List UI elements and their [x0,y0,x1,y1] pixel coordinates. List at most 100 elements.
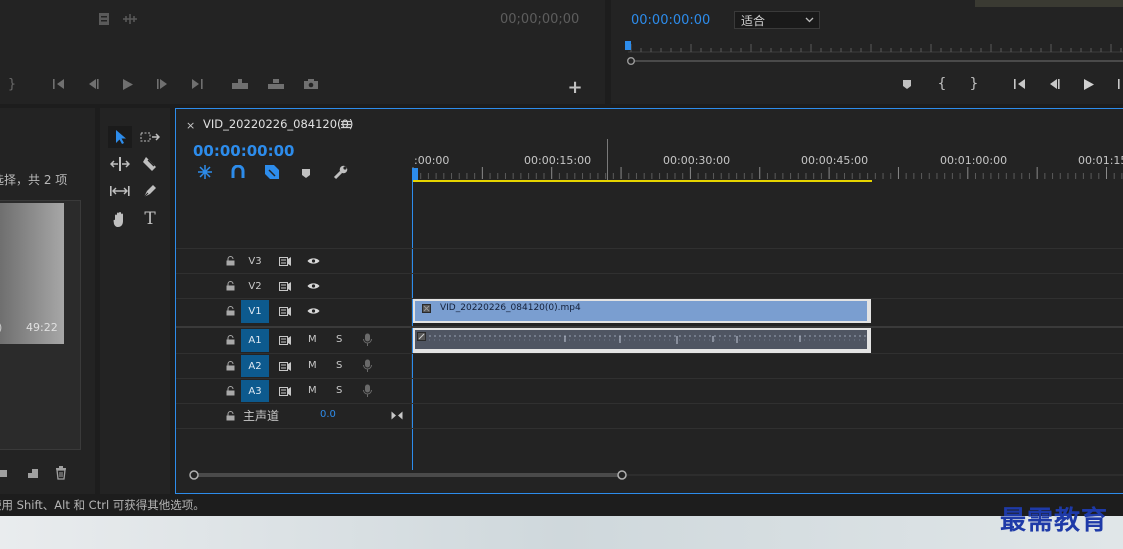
step-forward-icon[interactable] [1114,76,1123,92]
lock-icon[interactable] [224,254,236,268]
video-clip-name: VID_20220226_084120(0).mp4 [440,303,581,313]
timeline-timecode[interactable]: 00:00:00:00 [193,142,295,160]
go-to-end-icon[interactable] [390,408,404,422]
sync-lock-icon[interactable] [278,254,292,268]
microphone-icon[interactable] [360,383,374,399]
sync-lock-icon[interactable] [278,333,292,347]
lock-icon[interactable] [224,279,236,293]
track-label-v2[interactable]: V2 [241,275,269,297]
track-label-a2[interactable]: A2 [241,355,269,377]
track-header-a2: A2 M S [176,355,412,377]
go-to-in-icon[interactable] [1011,76,1029,92]
master-volume-value[interactable]: 0.0 [320,409,336,420]
mute-button[interactable]: M [308,360,317,371]
ripple-edit-tool-icon[interactable] [108,154,132,174]
linked-selection-icon[interactable] [263,164,281,180]
add-marker-icon[interactable] [899,76,915,92]
overwrite-icon[interactable] [266,76,286,92]
play-icon[interactable] [1080,76,1098,92]
program-zoom-scrollbar[interactable] [627,57,1123,65]
pen-tool-icon[interactable] [138,181,162,201]
lock-icon[interactable] [224,409,236,423]
eye-icon[interactable] [305,254,321,268]
mark-out-icon[interactable]: } [6,76,18,92]
step-forward-icon[interactable] [154,76,172,92]
step-back-icon[interactable] [1045,76,1063,92]
eye-icon[interactable] [305,304,321,318]
slip-tool-icon[interactable] [108,181,132,201]
mark-in-icon[interactable]: { [935,76,949,92]
master-track-label: 主声道 [243,409,280,423]
solo-button[interactable]: S [336,334,342,345]
type-tool-icon[interactable]: T [138,208,162,230]
project-panel: 选择，共 2 项 ) 49:22 [0,108,95,494]
play-icon[interactable] [119,76,137,92]
watermark: 最需教育 [1000,506,1109,536]
program-playhead[interactable] [625,41,631,50]
freeform-view-icon[interactable] [0,466,10,480]
export-frame-icon[interactable] [96,11,112,27]
mute-button[interactable]: M [308,385,317,396]
fx-badge-icon [416,331,426,341]
track-label-v3[interactable]: V3 [241,250,269,272]
camera-icon[interactable] [302,76,320,92]
video-clip[interactable]: VID_20220226_084120(0).mp4 [413,299,871,323]
track-select-tool-icon[interactable] [138,127,162,147]
track-header-master: 主声道 0.0 [176,405,412,427]
sync-lock-icon[interactable] [278,304,292,318]
lock-icon[interactable] [224,359,236,373]
program-ruler[interactable] [625,40,1123,54]
time-ruler[interactable] [412,137,1123,183]
insert-icon[interactable] [230,76,250,92]
panel-menu-icon[interactable] [340,118,352,130]
clip-duration: 49:22 [26,321,58,334]
trash-icon[interactable] [54,465,68,481]
razor-tool-icon[interactable] [138,154,162,174]
lock-icon[interactable] [224,304,236,318]
step-back-icon[interactable] [84,76,102,92]
solo-button[interactable]: S [336,360,342,371]
wrench-settings-icon[interactable] [331,164,349,180]
sync-lock-icon[interactable] [278,359,292,373]
nest-icon[interactable] [196,164,214,180]
add-marker-icon[interactable] [298,165,314,181]
timeline-panel: × VID_20220226_084120(0) 00:00:00:00 :00… [175,108,1123,494]
snap-magnet-icon[interactable] [229,164,247,180]
track-header-a1: A1 M S [176,329,412,352]
selection-tool-icon[interactable] [108,126,132,148]
source-timecode[interactable]: 00;00;00;00 [500,12,579,27]
status-text: 使用 Shift、Alt 和 Ctrl 可获得其他选项。 [0,498,205,512]
playhead-line [412,180,413,470]
mark-out-icon[interactable]: } [967,76,981,92]
solo-button[interactable]: S [336,385,342,396]
audio-drag-icon[interactable] [120,11,140,27]
sync-lock-icon[interactable] [278,384,292,398]
eye-icon[interactable] [305,279,321,293]
zoom-select[interactable]: 适合 [734,11,820,29]
track-label-v1[interactable]: V1 [241,300,269,323]
microphone-icon[interactable] [360,332,374,348]
work-area-bar[interactable] [413,180,872,182]
track-label-a3[interactable]: A3 [241,380,269,402]
program-monitor: 00:00:00:00 适合 { } [611,0,1123,104]
track-header-v2: V2 [176,275,412,297]
clip-thumbnail-card[interactable]: ) 49:22 [0,200,81,450]
lock-icon[interactable] [224,384,236,398]
microphone-icon[interactable] [360,358,374,374]
program-timecode[interactable]: 00:00:00:00 [631,13,710,28]
sync-lock-icon[interactable] [278,279,292,293]
go-to-in-icon[interactable] [50,76,68,92]
mute-button[interactable]: M [308,334,317,345]
sequence-tab-title[interactable]: VID_20220226_084120(0) [203,117,353,131]
track-label-a1[interactable]: A1 [241,329,269,352]
timeline-playhead[interactable] [412,168,418,180]
go-to-out-icon[interactable] [188,76,206,92]
add-button-icon[interactable]: + [566,77,584,98]
lock-icon[interactable] [224,333,236,347]
hand-tool-icon[interactable] [108,208,132,230]
audio-clip[interactable] [413,328,871,353]
timeline-zoom-scrollbar[interactable] [188,470,1123,480]
close-tab-icon[interactable]: × [186,119,195,132]
ruler-label-3: 00:00:45:00 [801,154,869,167]
new-item-icon[interactable] [26,466,40,480]
